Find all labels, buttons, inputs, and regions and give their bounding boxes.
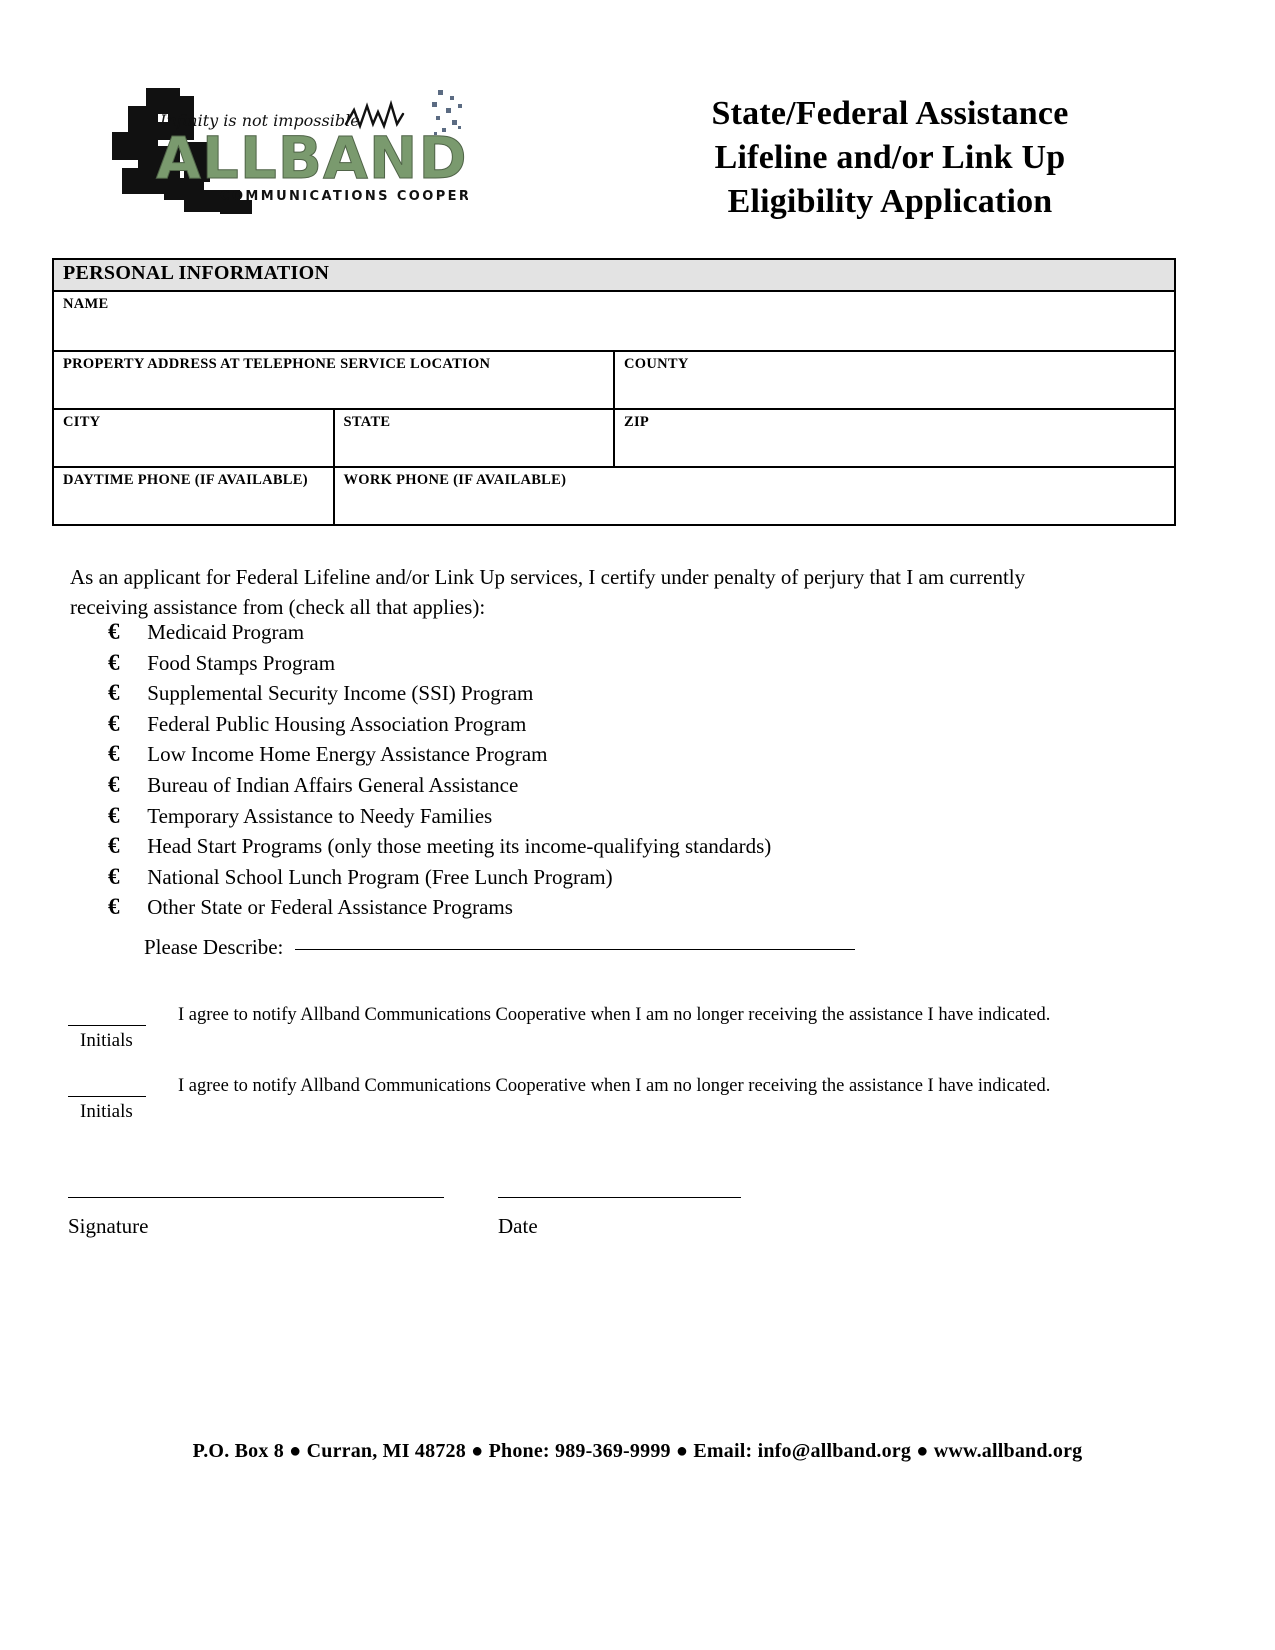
field-property-address[interactable]: PROPERTY ADDRESS AT TELEPHONE SERVICE LO… — [52, 350, 615, 410]
checklist-item-liheap[interactable]: € Low Income Home Energy Assistance Prog… — [108, 739, 1148, 770]
certification-intro: As an applicant for Federal Lifeline and… — [70, 565, 1026, 619]
logo-subtitle: COMMUNICATIONS COOPERATIVE — [220, 189, 468, 204]
agreement-block-1: Initials I agree to notify Allband Commu… — [68, 1002, 1188, 1060]
field-zip[interactable]: ZIP — [613, 408, 1176, 468]
page-title-line-2: Lifeline and/or Link Up — [714, 139, 1066, 176]
assistance-program-checklist: € Medicaid Program € Food Stamps Program… — [108, 617, 1148, 923]
checkbox-icon[interactable]: € — [108, 739, 142, 770]
initials-input[interactable] — [68, 1024, 146, 1026]
checklist-item-federal-public-housing[interactable]: € Federal Public Housing Association Pro… — [108, 709, 1148, 740]
allband-logo: Infinity is not impossible ALLBAND COMMU… — [108, 82, 468, 222]
checklist-item-school-lunch[interactable]: € National School Lunch Program (Free Lu… — [108, 862, 1148, 893]
checkbox-icon[interactable]: € — [108, 770, 142, 801]
logo-wordmark: ALLBAND — [156, 124, 468, 192]
please-describe-label: Please Describe: — [144, 935, 284, 959]
signature-input[interactable] — [68, 1196, 444, 1198]
checkbox-icon[interactable]: € — [108, 617, 142, 648]
checklist-item-label: National School Lunch Program (Free Lunc… — [147, 864, 613, 889]
table-row-city-state-zip: CITY STATE ZIP — [52, 408, 1176, 468]
field-city[interactable]: CITY — [52, 408, 335, 468]
agreement-block-2: Initials I agree to notify Allband Commu… — [68, 1073, 1188, 1131]
checklist-item-label: Low Income Home Energy Assistance Progra… — [147, 742, 548, 767]
personal-information-table: PERSONAL INFORMATION NAME PROPERTY ADDRE… — [52, 258, 1176, 526]
checkbox-icon[interactable]: € — [108, 831, 142, 862]
checklist-item-head-start[interactable]: € Head Start Programs (only those meetin… — [108, 831, 1148, 862]
initials-caption: Initials — [80, 1101, 133, 1122]
checklist-item-label: Food Stamps Program — [147, 650, 336, 675]
application-form-page: Infinity is not impossible ALLBAND COMMU… — [0, 0, 1275, 1650]
checklist-item-food-stamps[interactable]: € Food Stamps Program — [108, 648, 1148, 679]
table-row-phones: DAYTIME PHONE (IF AVAILABLE) WORK PHONE … — [52, 466, 1176, 526]
section-header-personal-information: PERSONAL INFORMATION — [52, 258, 1176, 292]
document-header: Infinity is not impossible ALLBAND COMMU… — [0, 0, 1275, 250]
checklist-item-tanf[interactable]: € Temporary Assistance to Needy Families — [108, 801, 1148, 832]
allband-logo-graphic: Infinity is not impossible ALLBAND COMMU… — [112, 88, 468, 214]
date-label: Date — [498, 1214, 538, 1238]
checkbox-icon[interactable]: € — [108, 709, 142, 740]
checklist-item-label: Bureau of Indian Affairs General Assista… — [147, 772, 519, 797]
page-title: State/Federal Assistance Lifeline and/or… — [620, 92, 1160, 224]
checkbox-icon[interactable]: € — [108, 892, 142, 923]
checklist-item-ssi[interactable]: € Supplemental Security Income (SSI) Pro… — [108, 678, 1148, 709]
field-state[interactable]: STATE — [332, 408, 615, 468]
checkbox-icon[interactable]: € — [108, 678, 142, 709]
please-describe-row: Please Describe: — [144, 932, 855, 962]
agreement-text: I agree to notify Allband Communications… — [178, 1005, 1051, 1025]
field-daytime-phone[interactable]: DAYTIME PHONE (IF AVAILABLE) — [52, 466, 335, 526]
table-row-name: NAME — [52, 290, 1176, 352]
agreement-text: I agree to notify Allband Communications… — [178, 1076, 1051, 1096]
table-row-address-county: PROPERTY ADDRESS AT TELEPHONE SERVICE LO… — [52, 350, 1176, 410]
signature-label: Signature — [68, 1214, 149, 1238]
date-input[interactable] — [498, 1196, 741, 1198]
checklist-item-bia[interactable]: € Bureau of Indian Affairs General Assis… — [108, 770, 1148, 801]
checkbox-icon[interactable]: € — [108, 801, 142, 832]
checklist-item-label: Medicaid Program — [147, 620, 305, 644]
please-describe-input[interactable] — [294, 948, 855, 950]
checkbox-icon[interactable]: € — [108, 862, 142, 893]
initials-input[interactable] — [68, 1095, 146, 1097]
field-name[interactable]: NAME — [52, 290, 1176, 352]
page-title-line-3: Eligibility Application — [727, 183, 1053, 220]
field-work-phone[interactable]: WORK PHONE (IF AVAILABLE) — [332, 466, 1176, 526]
checklist-item-label: Federal Public Housing Association Progr… — [147, 711, 527, 736]
checklist-item-medicaid[interactable]: € Medicaid Program — [108, 617, 1148, 648]
checkbox-icon[interactable]: € — [108, 648, 142, 679]
checklist-item-label: Temporary Assistance to Needy Families — [147, 803, 493, 828]
checklist-item-other[interactable]: € Other State or Federal Assistance Prog… — [108, 892, 1148, 923]
initials-caption: Initials — [80, 1030, 133, 1051]
checklist-item-label: Supplemental Security Income (SSI) Progr… — [147, 681, 534, 706]
field-county[interactable]: COUNTY — [613, 350, 1176, 410]
page-title-line-1: State/Federal Assistance — [711, 95, 1069, 132]
table-row-section-header: PERSONAL INFORMATION — [52, 258, 1176, 292]
checklist-item-label: Other State or Federal Assistance Progra… — [147, 895, 513, 920]
checklist-item-label: Head Start Programs (only those meeting … — [147, 834, 772, 859]
page-footer: P.O. Box 8 ● Curran, MI 48728 ● Phone: 9… — [192, 1440, 1083, 1462]
